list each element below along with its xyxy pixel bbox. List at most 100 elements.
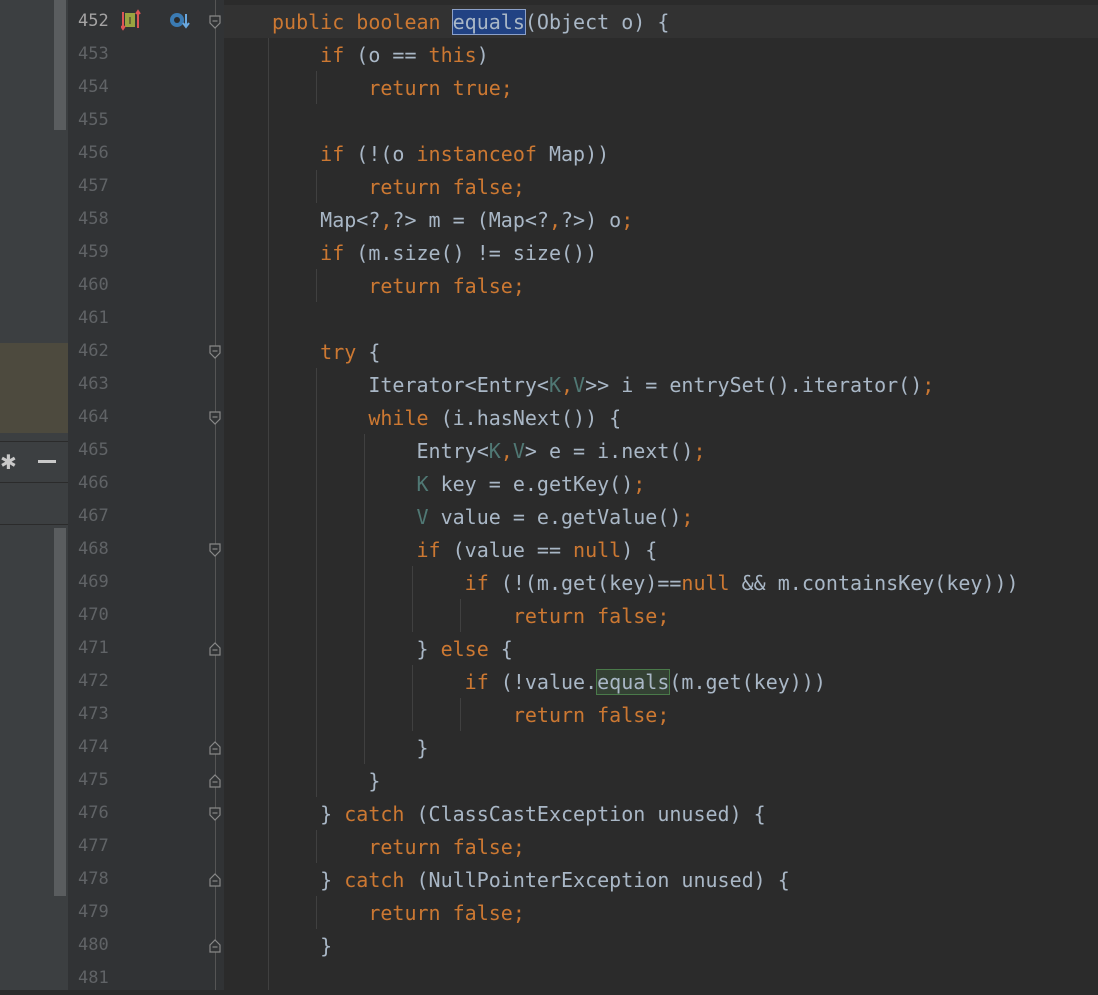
keyword-token: if: [416, 538, 453, 562]
line-number[interactable]: 474: [78, 739, 109, 756]
fold-end-icon[interactable]: [208, 939, 222, 953]
line-number[interactable]: 461: [78, 310, 109, 327]
line-number[interactable]: 471: [78, 640, 109, 657]
tool-window-scrollbar-upper[interactable]: [54, 0, 66, 130]
code-line[interactable]: return false;: [224, 896, 1098, 929]
keyword-token: ;: [621, 208, 634, 232]
fold-collapse-icon[interactable]: [208, 15, 222, 29]
keyword-token: null: [681, 571, 742, 595]
code-line[interactable]: [224, 302, 1098, 335]
code-line[interactable]: if (o == this): [224, 38, 1098, 71]
code-line[interactable]: return false;: [224, 269, 1098, 302]
code-line[interactable]: }: [224, 929, 1098, 962]
fold-end-icon[interactable]: [208, 642, 222, 656]
code-line-text: V value = e.getValue();: [272, 506, 694, 528]
code-token: (i.hasNext()) {: [440, 406, 622, 430]
type-parameter-token: K: [488, 439, 501, 463]
code-line[interactable]: if (!(m.get(key)==null && m.containsKey(…: [224, 566, 1098, 599]
line-number[interactable]: 460: [78, 277, 109, 294]
line-number[interactable]: 476: [78, 805, 109, 822]
code-line[interactable]: if (!(o instanceof Map)): [224, 137, 1098, 170]
code-token: (m.get(key))): [669, 670, 826, 694]
gutter-row: 465: [68, 434, 224, 467]
line-number[interactable]: 465: [78, 442, 109, 459]
fold-collapse-icon[interactable]: [208, 411, 222, 425]
code-line[interactable]: } catch (ClassCastException unused) {: [224, 797, 1098, 830]
line-number[interactable]: 453: [78, 46, 109, 63]
line-number[interactable]: 466: [78, 475, 109, 492]
code-editor[interactable]: public boolean equals(Object o) { if (o …: [224, 0, 1098, 990]
code-token: (ClassCastException unused) {: [416, 802, 766, 826]
line-number[interactable]: 463: [78, 376, 109, 393]
code-line[interactable]: return false;: [224, 698, 1098, 731]
code-line[interactable]: return false;: [224, 170, 1098, 203]
line-number[interactable]: 473: [78, 706, 109, 723]
line-number[interactable]: 470: [78, 607, 109, 624]
code-line[interactable]: }: [224, 731, 1098, 764]
tool-window-scrollbar-lower[interactable]: [54, 528, 66, 896]
code-line[interactable]: try {: [224, 335, 1098, 368]
fold-end-icon[interactable]: [208, 741, 222, 755]
code-line[interactable]: Entry<K,V> e = i.next();: [224, 434, 1098, 467]
line-number[interactable]: 469: [78, 574, 109, 591]
line-number[interactable]: 464: [78, 409, 109, 426]
keyword-token: ;: [922, 373, 935, 397]
settings-gear-icon[interactable]: ✱: [0, 449, 22, 475]
keyword-token: instanceof: [416, 142, 549, 166]
line-number[interactable]: 477: [78, 838, 109, 855]
code-line[interactable]: while (i.hasNext()) {: [224, 401, 1098, 434]
line-number[interactable]: 481: [78, 970, 109, 987]
fold-collapse-icon[interactable]: [208, 807, 222, 821]
code-line[interactable]: Map<?,?> m = (Map<?,?>) o;: [224, 203, 1098, 236]
line-number[interactable]: 480: [78, 937, 109, 954]
code-line[interactable]: }: [224, 764, 1098, 797]
line-number[interactable]: 462: [78, 343, 109, 360]
code-line[interactable]: return false;: [224, 599, 1098, 632]
fold-end-icon[interactable]: [208, 774, 222, 788]
code-line[interactable]: Iterator<Entry<K,V>> i = entrySet().iter…: [224, 368, 1098, 401]
code-line-text: K key = e.getKey();: [272, 473, 646, 495]
line-number[interactable]: 472: [78, 673, 109, 690]
gutter-row: 457: [68, 170, 224, 203]
code-line[interactable]: return false;: [224, 830, 1098, 863]
hide-panel-icon[interactable]: [38, 460, 56, 463]
code-line[interactable]: K key = e.getKey();: [224, 467, 1098, 500]
code-line[interactable]: [224, 104, 1098, 137]
line-number[interactable]: 455: [78, 112, 109, 129]
line-number[interactable]: 458: [78, 211, 109, 228]
code-token: (o ==: [356, 43, 429, 67]
code-line[interactable]: [224, 962, 1098, 995]
fold-collapse-icon[interactable]: [208, 543, 222, 557]
gutter-row: 460: [68, 269, 224, 302]
line-number[interactable]: 478: [78, 871, 109, 888]
line-number[interactable]: 454: [78, 79, 109, 96]
code-line[interactable]: if (m.size() != size()): [224, 236, 1098, 269]
overrides-method-icon[interactable]: I: [120, 8, 143, 38]
fold-end-icon[interactable]: [208, 873, 222, 887]
line-number[interactable]: 457: [78, 178, 109, 195]
line-number[interactable]: 459: [78, 244, 109, 261]
line-number[interactable]: 468: [78, 541, 109, 558]
gutter-row: 455: [68, 104, 224, 137]
line-number[interactable]: 452: [78, 13, 109, 30]
code-line[interactable]: V value = e.getValue();: [224, 500, 1098, 533]
code-line[interactable]: if (value == null) {: [224, 533, 1098, 566]
code-line[interactable]: public boolean equals(Object o) {: [224, 5, 1098, 38]
line-number[interactable]: 475: [78, 772, 109, 789]
implemented-method-icon[interactable]: [169, 8, 191, 38]
code-line[interactable]: if (!value.equals(m.get(key))): [224, 665, 1098, 698]
code-line-text: return false;: [272, 176, 525, 198]
code-line[interactable]: } catch (NullPointerException unused) {: [224, 863, 1098, 896]
fold-collapse-icon[interactable]: [208, 345, 222, 359]
line-number[interactable]: 467: [78, 508, 109, 525]
code-line[interactable]: } else {: [224, 632, 1098, 665]
code-line[interactable]: return true;: [224, 71, 1098, 104]
gutter-row: 462: [68, 335, 224, 368]
gutter-row: 478: [68, 863, 224, 896]
line-number[interactable]: 479: [78, 904, 109, 921]
line-number[interactable]: 456: [78, 145, 109, 162]
